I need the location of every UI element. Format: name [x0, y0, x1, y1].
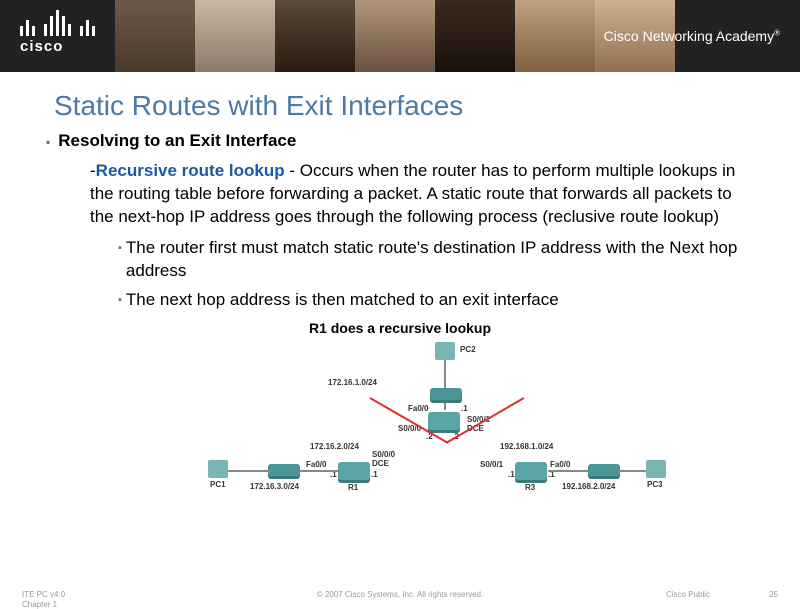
footer-classification: Cisco Public — [666, 590, 710, 599]
square-bullet-icon: ▪ — [118, 289, 122, 312]
pc2-label: PC2 — [460, 345, 476, 354]
cisco-logo: cisco — [20, 10, 95, 55]
term-highlight: Recursive route lookup — [96, 161, 285, 180]
header-banner: cisco Cisco Networking Academy® — [0, 0, 800, 72]
router-r1-icon — [338, 462, 370, 480]
if-label: Fa0/0 — [306, 460, 326, 469]
slide-content: ▪ Resolving to an Exit Interface -Recurs… — [0, 130, 800, 312]
net-label: 192.168.2.0/24 — [562, 482, 615, 491]
net-label: 192.168.1.0/24 — [500, 442, 553, 451]
trademark-icon: ® — [774, 28, 780, 37]
pc2-icon — [435, 342, 455, 360]
switch-icon — [430, 388, 462, 400]
pc1-icon — [208, 460, 228, 478]
net-label: 172.16.3.0/24 — [250, 482, 299, 491]
square-bullet-icon: ▪ — [46, 130, 50, 154]
router-r3-icon — [515, 462, 547, 480]
subsection-heading: Resolving to an Exit Interface — [58, 130, 296, 154]
academy-prefix: Cisco — [604, 28, 643, 44]
subbullet-1: ▪ The router first must match static rou… — [118, 237, 754, 283]
subbullet-2-text: The next hop address is then matched to … — [126, 289, 559, 312]
net-label: 172.16.1.0/24 — [328, 378, 377, 387]
switch-icon — [268, 464, 300, 476]
wire — [228, 470, 272, 472]
decorative-faces — [115, 0, 675, 72]
pc3-icon — [646, 460, 666, 478]
pc3-label: PC3 — [647, 480, 663, 489]
cisco-wordmark: cisco — [20, 38, 95, 55]
router-r2-icon — [428, 412, 460, 430]
academy-mid: Networking — [643, 28, 713, 44]
academy-brand: Cisco Networking Academy® — [604, 28, 780, 44]
switch-icon — [588, 464, 620, 476]
if-label: S0/0/1 — [480, 460, 503, 469]
subbullet-2: ▪ The next hop address is then matched t… — [118, 289, 754, 312]
dot-label: .1 — [508, 470, 515, 479]
r1-label: R1 — [348, 483, 358, 492]
r3-label: R3 — [525, 483, 535, 492]
heading-bullet: ▪ Resolving to an Exit Interface — [46, 130, 754, 154]
dot-label: .1 — [461, 404, 468, 413]
paragraph-1: -Recursive route lookup - Occurs when th… — [90, 160, 754, 229]
if-label: Fa0/0 — [408, 404, 428, 413]
wire — [618, 470, 648, 472]
dot-label: .1 — [371, 470, 378, 479]
footer-line2: Chapter 1 — [22, 600, 65, 609]
wire — [444, 360, 446, 410]
cisco-bars-icon — [20, 10, 95, 36]
page-number: 25 — [769, 590, 778, 599]
if-label: S0/0/0 DCE — [372, 450, 395, 468]
if-label: Fa0/0 — [550, 460, 570, 469]
network-diagram: PC2 172.16.1.0/24 Fa0/0 .1 S0/0/1 DCE S0… — [180, 342, 620, 502]
slide-title: Static Routes with Exit Interfaces — [54, 90, 800, 122]
diagram-title: R1 does a recursive lookup — [0, 320, 800, 336]
academy-suffix: Academy — [713, 28, 774, 44]
pc1-label: PC1 — [210, 480, 226, 489]
subbullet-1-text: The router first must match static route… — [126, 237, 754, 283]
square-bullet-icon: ▪ — [118, 237, 122, 283]
net-label: 172.16.2.0/24 — [310, 442, 359, 451]
